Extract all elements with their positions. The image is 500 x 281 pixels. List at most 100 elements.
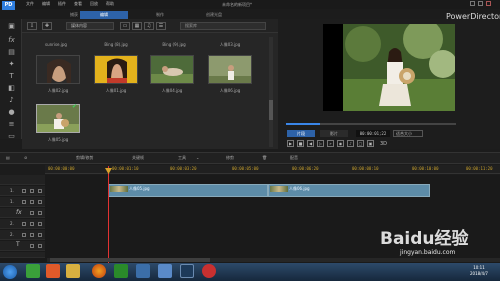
movie-mode-button[interactable]: 影片 [320,130,348,137]
menu-help[interactable]: 帮助 [106,1,114,7]
track-number: 1. [10,188,14,193]
timecode-display[interactable]: 00:00:01;22 [356,130,390,137]
maximize-button[interactable] [478,1,483,6]
storyboard-icon[interactable]: ▤ [6,154,10,162]
track-visible-icon[interactable] [30,200,34,204]
track-visible-icon[interactable] [30,189,34,193]
effects-room-icon[interactable]: fx [7,36,16,44]
track-lock-icon[interactable] [22,200,26,204]
record-icon[interactable] [202,264,216,278]
volume-icon[interactable]: ♪ [347,140,354,147]
stop-icon[interactable]: ■ [297,140,304,147]
3d-mode-toggle[interactable]: 3D [380,141,387,147]
delete-icon[interactable]: 🗑 [262,154,267,162]
track-lock-icon[interactable] [22,222,26,226]
track-lock-icon[interactable] [38,211,42,215]
menu-edit[interactable]: 编辑 [42,1,50,7]
library-search-input[interactable]: 搜索库 [180,22,266,30]
library-scrollbar-thumb[interactable] [269,100,273,120]
preview-size-select[interactable]: 适合大小 [393,130,423,137]
close-button[interactable] [486,1,491,6]
import-icon[interactable]: ⇩ [27,22,37,30]
menu-playback[interactable]: 回放 [90,1,98,7]
tab-edit[interactable]: 编辑 [80,11,128,19]
taskbar-app-icon[interactable] [46,264,60,278]
view-mode-icon[interactable]: ☰ [156,22,166,30]
play-icon[interactable]: ▶ [287,140,294,147]
track-visible-icon[interactable] [30,244,34,248]
fast-forward-icon[interactable]: » [327,140,334,147]
media-thumbnail[interactable] [208,55,252,84]
chapter-room-icon[interactable]: ≡ [7,120,16,128]
thumb-label-top: Bing (8).jpg [104,42,128,47]
library-scrollbar[interactable] [269,37,273,147]
timeline-clip[interactable]: 人像05.jpg [108,184,268,197]
clip-mode-button[interactable]: 片段 [287,130,315,137]
media-thumbnail[interactable] [36,55,80,84]
track-lock-icon[interactable] [38,244,42,248]
toolbar-trim[interactable]: 剪辑/修剪 [76,154,93,162]
next-frame-icon[interactable]: ▷ [317,140,324,147]
title-room-icon[interactable]: T [7,72,16,80]
track-lock-icon[interactable] [38,233,42,237]
media-thumbnail[interactable] [150,55,194,84]
timeline-scrollbar-thumb[interactable] [50,258,210,262]
folder-icon[interactable] [66,264,80,278]
powerdirector-taskbar-icon[interactable] [180,264,194,278]
track-lock-icon[interactable] [38,189,42,193]
plugin-icon[interactable]: ✚ [42,22,52,30]
view-image-icon[interactable]: ▦ [132,22,142,30]
track-lock-icon[interactable] [38,222,42,226]
library-filter-select[interactable]: 媒体内容 [66,22,114,30]
transition-room-icon[interactable]: ◧ [7,84,16,92]
media-room-icon[interactable]: ▣ [7,22,16,30]
taskbar-app-icon[interactable] [136,264,150,278]
toolbar-fix[interactable]: 修剪 [226,154,234,162]
menu-file[interactable]: 文件 [26,1,34,7]
tab-produce[interactable]: 制作 [136,11,184,19]
taskbar-app-icon[interactable] [114,264,128,278]
snapshot-icon[interactable]: ◉ [337,140,344,147]
chevron-down-icon[interactable]: ⌄ [196,154,199,162]
undock-icon[interactable]: ▢ [357,140,364,147]
audio-mixing-icon[interactable]: ♪ [7,96,16,104]
view-video-icon[interactable]: ▭ [120,22,130,30]
timeline-toolbar [0,152,500,164]
pip-room-icon[interactable]: ▤ [7,48,16,56]
menu-plugins[interactable]: 插件 [58,1,66,7]
track-lock-icon[interactable] [22,233,26,237]
track-visible-icon[interactable] [30,222,34,226]
thumb-label: 人像04.jpg [161,88,183,93]
undo-icon[interactable]: ⊘ [24,154,27,162]
timeline-clip[interactable]: 人像06.jpg [268,184,430,197]
taskbar-app-icon[interactable] [158,264,172,278]
prev-frame-icon[interactable]: ◀ [307,140,314,147]
taskbar-app-icon[interactable] [26,264,40,278]
toolbar-tools[interactable]: 工具 [178,154,186,162]
ruler-tick-label: 00:00:05:00 [232,166,259,171]
preview-video-frame [323,24,455,111]
view-audio-icon[interactable]: ♫ [144,22,154,30]
particle-room-icon[interactable]: ✦ [7,60,16,68]
toolbar-voiceover[interactable]: 配音 [290,154,298,162]
media-thumbnail[interactable] [94,55,138,84]
minimize-button[interactable] [470,1,475,6]
track-lock-icon[interactable] [22,189,26,193]
fullscreen-icon[interactable]: ▣ [367,140,374,147]
voice-record-icon[interactable]: ● [7,108,16,116]
timeline-playhead[interactable] [108,166,109,263]
start-button-icon[interactable] [3,265,17,279]
track-lock-icon[interactable] [38,200,42,204]
thumb-label: 人像02.jpg [47,88,69,93]
subtitle-room-icon[interactable]: ▭ [7,132,16,140]
toolbar-keyframe[interactable]: 关键帧 [132,154,144,162]
firefox-icon[interactable] [92,264,106,278]
clip-label: 人像06.jpg [289,186,310,191]
track-visible-icon[interactable] [30,211,34,215]
title-track-icon: T [16,241,20,248]
menu-view[interactable]: 查看 [74,1,82,7]
tab-create-disc[interactable]: 创建光盘 [190,11,238,19]
track-header-voice[interactable] [0,252,45,258]
track-number: 2. [10,232,14,237]
track-visible-icon[interactable] [30,233,34,237]
